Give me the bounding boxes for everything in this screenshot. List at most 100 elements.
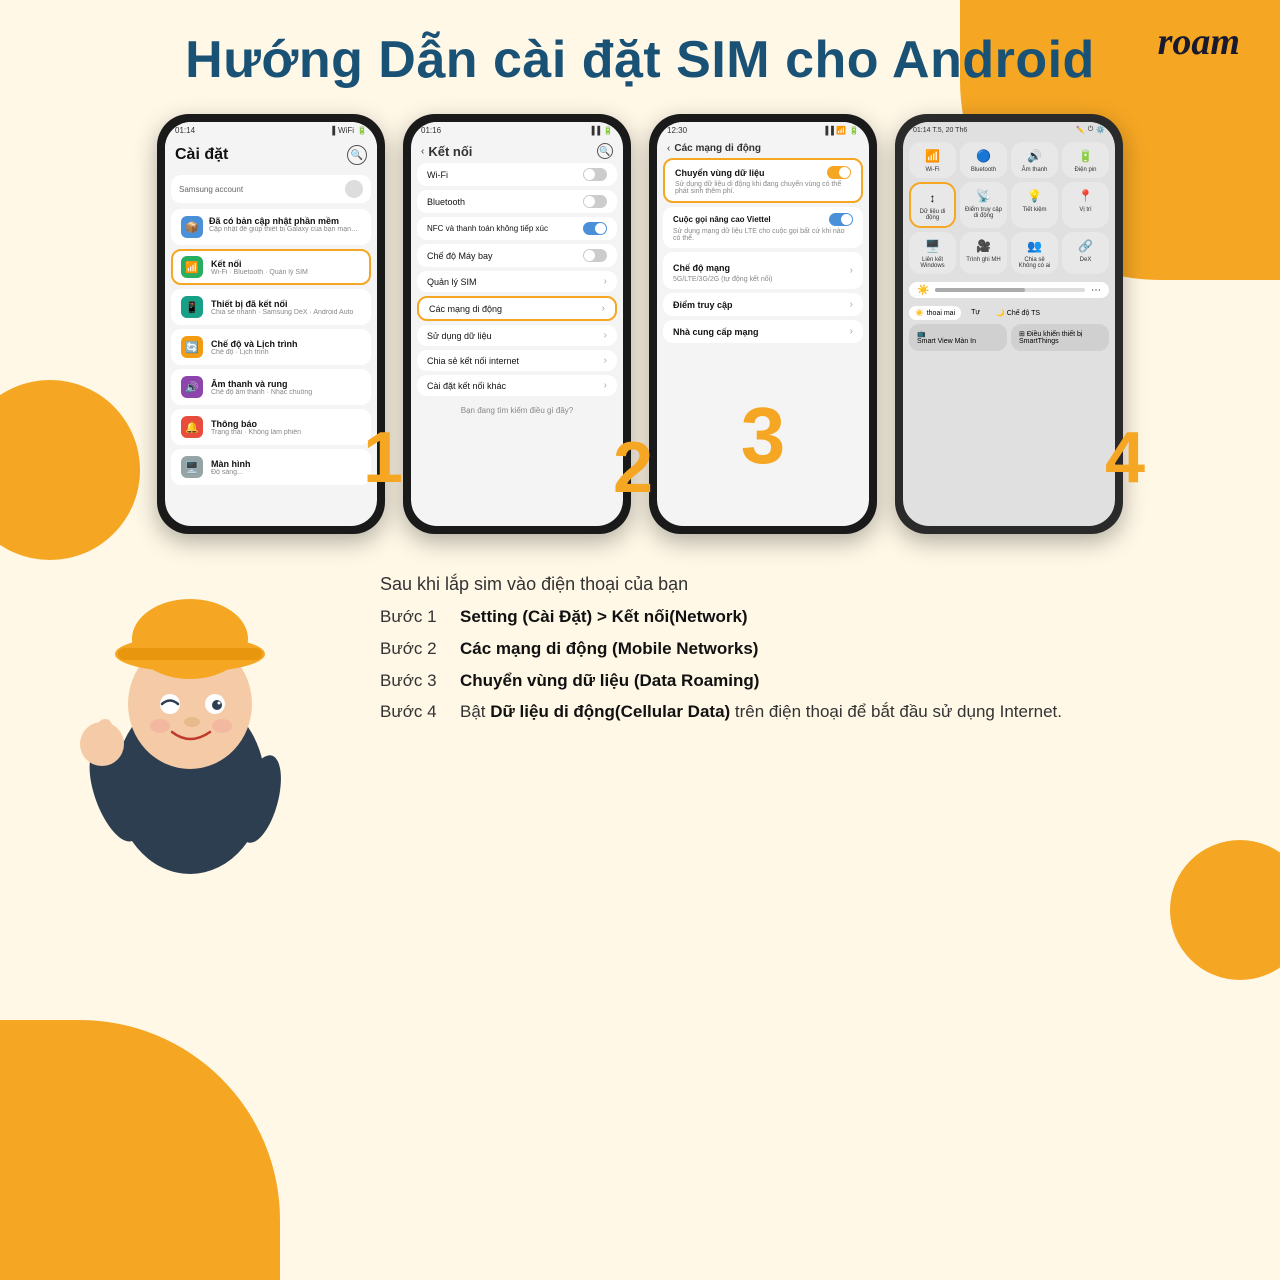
- smart-things-tile[interactable]: ⊞ Điều khiển thiết bị SmartThings: [1011, 324, 1109, 351]
- qs-wifi-label: Wi-Fi: [926, 167, 940, 173]
- data-roaming-item[interactable]: Chuyển vùng dữ liệu Sử dụng dữ liệu di đ…: [663, 158, 863, 203]
- mobile-networks-conn-item[interactable]: Các mạng di động ›: [417, 296, 617, 321]
- qs-bluetooth-label: Bluetooth: [971, 167, 996, 173]
- bluetooth-toggle[interactable]: [583, 195, 607, 208]
- mode-label-thoai: thoai mai: [927, 310, 955, 317]
- airplane-toggle[interactable]: [583, 249, 607, 262]
- che-do-title: Chế độ và Lịch trình: [211, 339, 361, 349]
- data-roaming-label: Chuyển vùng dữ liệu: [675, 168, 765, 178]
- back-label-3: Các mạng di động: [674, 143, 761, 154]
- grid-icon: ⊞: [1019, 331, 1025, 338]
- qs-battery-label: Điện pin: [1074, 167, 1096, 173]
- phone-4: 01:14 T.5, 20 Th6 ✏️ ⏻ ⚙️ 📶 Wi-Fi: [895, 114, 1123, 534]
- step-number-4: 4: [1105, 422, 1145, 494]
- ket-noi-item[interactable]: 📶 Kết nối Wi-Fi · Bluetooth · Quản lý SI…: [171, 249, 371, 285]
- am-thanh-sub: Chế độ âm thanh · Nhạc chuông: [211, 389, 361, 396]
- qs-share[interactable]: 👥 Chia sẻ Không có ai: [1011, 232, 1058, 274]
- data-usage-arrow: ›: [604, 330, 607, 341]
- mode-label-tu: Tự: [971, 309, 980, 316]
- qs-screen-rec[interactable]: 🎥 Trình ghi MH: [960, 232, 1007, 274]
- enhanced-call-toggle[interactable]: [829, 213, 853, 226]
- qs-dex-label: DeX: [1080, 257, 1092, 263]
- wifi-label: Wi-Fi: [427, 170, 448, 180]
- phone-4-screen: 01:14 T.5, 20 Th6 ✏️ ⏻ ⚙️ 📶 Wi-Fi: [903, 122, 1115, 526]
- update-icon: 📦: [181, 216, 203, 238]
- step-1-label: Bước 1: [380, 605, 460, 629]
- time-4: 01:14 T.5, 20 Th6: [913, 127, 967, 134]
- thiet-bi-icon: 📱: [181, 296, 203, 318]
- wifi-toggle[interactable]: [583, 168, 607, 181]
- smart-view-tile[interactable]: 📺 Smart View Màn In: [909, 324, 1007, 351]
- step3-spacer: 3: [657, 345, 869, 526]
- other-arrow: ›: [604, 380, 607, 391]
- mobile-networks-arrow: ›: [602, 303, 605, 314]
- smart-view-icon: 📺: [917, 330, 999, 338]
- thong-bao-icon: 🔔: [181, 416, 203, 438]
- qs-save-label: Tiết kiệm: [1022, 207, 1046, 213]
- other-conn-item: Cài đặt kết nối khác ›: [417, 375, 617, 396]
- thong-bao-title: Thông báo: [211, 419, 361, 429]
- update-sub: Cập nhật để giúp thiết bị Galaxy của bạn…: [209, 226, 361, 233]
- qs-hotspot[interactable]: 📡 Điểm truy cập di động: [960, 182, 1007, 228]
- network-mode-item: Chế độ mạng 5G/LTE/3G/2G (tự động kết nố…: [663, 252, 863, 289]
- qs-windows[interactable]: 🖥️ Liên kết Windows: [909, 232, 956, 274]
- mode-tu[interactable]: Tự: [965, 306, 986, 320]
- mode-options: ☀️ thoai mai Tự 🌙 Chế độ TS: [903, 302, 1115, 324]
- back-icon-3: ‹: [667, 143, 670, 154]
- gear-icon: ⚙️: [1096, 126, 1105, 134]
- qs-save[interactable]: 💡 Tiết kiệm: [1011, 182, 1058, 228]
- nfc-label: NFC và thanh toán không tiếp xúc: [427, 224, 548, 233]
- qs-dex-icon: 🔗: [1077, 237, 1095, 255]
- sim-arrow: ›: [604, 276, 607, 287]
- step-4-content: Bật Dữ liệu di động(Cellular Data) trên …: [460, 700, 1062, 724]
- qs-sound[interactable]: 🔊 Âm thanh: [1011, 142, 1058, 178]
- update-title: Đã có bản cập nhật phần mềm: [209, 216, 361, 226]
- am-thanh-item: 🔊 Âm thanh và rung Chế độ âm thanh · Nhạ…: [171, 369, 371, 405]
- brightness-fill: [935, 288, 1025, 292]
- back-nav-2: ‹ Kết nối 🔍: [411, 139, 623, 161]
- man-hinh-item: 🖥️ Màn hình Độ sáng...: [171, 449, 371, 485]
- avatar: [345, 180, 363, 198]
- qs-dex[interactable]: 🔗 DeX: [1062, 232, 1109, 274]
- nfc-conn-item: NFC và thanh toán không tiếp xúc: [417, 217, 617, 240]
- smart-view-label: Smart View Màn In: [917, 338, 999, 345]
- qs-mobile-data[interactable]: ↕ Dữ liệu di động: [909, 182, 956, 228]
- qs-location[interactable]: 📍 Vị trí: [1062, 182, 1109, 228]
- logo-hi: hi: [1126, 21, 1158, 63]
- ket-noi-icon: 📶: [181, 256, 203, 278]
- ket-noi-text: Kết nối Wi-Fi · Bluetooth · Quản lý SIM: [211, 259, 361, 276]
- data-roaming-toggle[interactable]: [827, 166, 851, 179]
- thong-bao-sub: Trạng thái · Không làm phiền: [211, 429, 361, 436]
- step-2-label: Bước 2: [380, 637, 460, 661]
- qs-share-icon: 👥: [1026, 237, 1044, 255]
- qs-battery[interactable]: 🔋 Điện pin: [1062, 142, 1109, 178]
- mode-che-do-ts[interactable]: 🌙 Chế độ TS: [990, 306, 1046, 320]
- quick-settings-grid: 📶 Wi-Fi 🔵 Bluetooth 🔊 Âm thanh 🔋 Điện pi…: [903, 138, 1115, 278]
- qs-bluetooth[interactable]: 🔵 Bluetooth: [960, 142, 1007, 178]
- back-label-2: Kết nối: [428, 144, 472, 159]
- status-icons-4: ✏️ ⏻ ⚙️: [1076, 126, 1105, 134]
- time-1: 01:14: [175, 126, 195, 135]
- time-2: 01:16: [421, 126, 441, 135]
- smart-things-label: Điều khiển thiết bị SmartThings: [1019, 331, 1082, 345]
- qs-sound-label: Âm thanh: [1022, 167, 1048, 173]
- wifi-conn-item: Wi-Fi: [417, 163, 617, 186]
- share-label: Chia sẻ kết nối internet: [427, 356, 519, 366]
- network-mode-sub: 5G/LTE/3G/2G (tự động kết nối): [673, 276, 773, 283]
- nfc-toggle[interactable]: [583, 222, 607, 235]
- mobile-networks-label: Các mạng di động: [429, 304, 502, 314]
- airplane-label: Chế độ Máy bay: [427, 251, 493, 261]
- che-do-sub: Chế độ · Lịch trình: [211, 349, 361, 356]
- brightness-bar-container[interactable]: ☀️ ⋯: [909, 282, 1109, 298]
- mode-thoai-mai[interactable]: ☀️ thoai mai: [909, 306, 961, 320]
- main-title-area: Hướng Dẫn cài đặt SIM cho Android: [40, 30, 1240, 90]
- step-1-instruction: Bước 1 Setting (Cài Đặt) > Kết nối(Netwo…: [380, 605, 1220, 629]
- qs-wifi-icon: 📶: [924, 147, 942, 165]
- step-number-3-center: 3: [741, 390, 786, 482]
- more-icon: ⋯: [1091, 285, 1101, 296]
- access-point-arrow: ›: [850, 299, 853, 310]
- step-number-2: 2: [613, 432, 653, 504]
- other-label: Cài đặt kết nối khác: [427, 381, 506, 391]
- qs-wifi[interactable]: 📶 Wi-Fi: [909, 142, 956, 178]
- step-2-content: Các mạng di động (Mobile Networks): [460, 637, 758, 661]
